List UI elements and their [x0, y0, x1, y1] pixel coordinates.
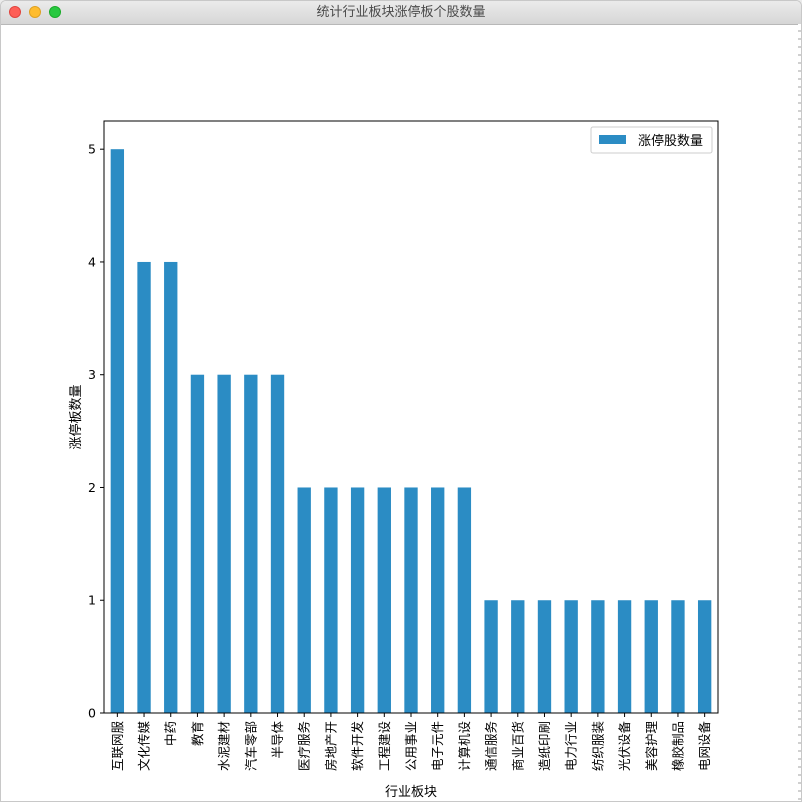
- y-tick-label: 1: [88, 593, 96, 608]
- x-tick-label: 汽车零部: [243, 721, 258, 771]
- bar: [484, 600, 498, 713]
- x-tick-label: 电网设备: [697, 721, 712, 772]
- bar: [671, 600, 685, 713]
- bar: [697, 600, 712, 713]
- bar: [591, 600, 605, 713]
- bars-group: [110, 149, 712, 713]
- bar: [297, 487, 311, 713]
- legend-swatch: [599, 135, 626, 144]
- x-tick-label: 中药: [163, 721, 178, 746]
- bar: [377, 487, 391, 713]
- x-tick-label: 公用事业: [404, 721, 419, 771]
- bar: [110, 149, 125, 713]
- x-tick-label: 医疗服务: [297, 721, 312, 771]
- x-tick-label: 工程建设: [377, 721, 392, 772]
- bar: [350, 487, 365, 713]
- x-tick-label: 互联网服: [110, 721, 125, 772]
- x-tick-label: 教育: [190, 721, 205, 746]
- bar-chart: 0 1 2 3 4 5 互联网服 文化传媒 中药 教育 水泥建材 汽车零部 半导体 医疗服务 房地产开 软件…: [68, 120, 719, 800]
- x-tick-label: 电力行业: [564, 721, 579, 771]
- bar: [644, 600, 658, 713]
- bar: [244, 374, 258, 713]
- bar: [137, 261, 151, 713]
- y-tick-label: 5: [88, 142, 96, 157]
- y-tick-label: 2: [88, 480, 96, 495]
- x-axis-label: 行业板块: [385, 785, 437, 800]
- x-axis: 互联网服 文化传媒 中药 教育 水泥建材 汽车零部 半导体 医疗服务 房地产开 软件开发 工程建设公…: [110, 713, 712, 771]
- legend: 涨停股数量: [590, 126, 713, 154]
- x-tick-label: 电子元件: [430, 721, 445, 771]
- x-tick-label: 计算机设: [457, 721, 472, 772]
- bar: [617, 600, 632, 713]
- x-tick-label: 商业百货: [510, 721, 525, 771]
- x-tick-label: 美容护理: [644, 721, 659, 772]
- bar: [164, 261, 178, 713]
- bar: [190, 374, 205, 713]
- bar: [404, 487, 418, 713]
- x-tick-label: 半导体: [270, 721, 285, 759]
- bar: [217, 374, 231, 713]
- x-tick-label: 橡胶制品: [670, 721, 685, 771]
- x-tick-label: 水泥建材: [217, 721, 232, 771]
- x-tick-label: 造纸印刷: [537, 721, 552, 771]
- x-tick-label: 纺织服装: [590, 721, 605, 771]
- bar: [324, 487, 338, 713]
- app-window: 统计行业板块涨停板个股数量 012345 互联网服 文化传媒 中药 教育 水泥建材 汽车零…: [0, 0, 802, 802]
- bar: [431, 487, 445, 713]
- legend-label: 涨停股数量: [638, 133, 703, 149]
- x-tick-label: 文化传媒: [137, 721, 152, 772]
- y-axis: 0 1 2 3 4 5: [88, 142, 104, 721]
- bar: [511, 600, 525, 713]
- bar: [564, 600, 578, 713]
- y-tick-label: 3: [88, 367, 96, 382]
- x-tick-label: 软件开发: [350, 721, 365, 772]
- x-tick-label: 房地产开: [323, 721, 338, 771]
- bar: [457, 487, 472, 713]
- x-tick-label: 光伏设备: [617, 721, 632, 772]
- x-tick-label: 通信服务: [484, 721, 499, 771]
- bar: [270, 374, 285, 713]
- bar: [537, 600, 552, 713]
- y-axis-label: 涨停板数量: [68, 384, 84, 449]
- y-tick-label: 0: [88, 706, 96, 721]
- y-tick-label: 4: [88, 254, 96, 269]
